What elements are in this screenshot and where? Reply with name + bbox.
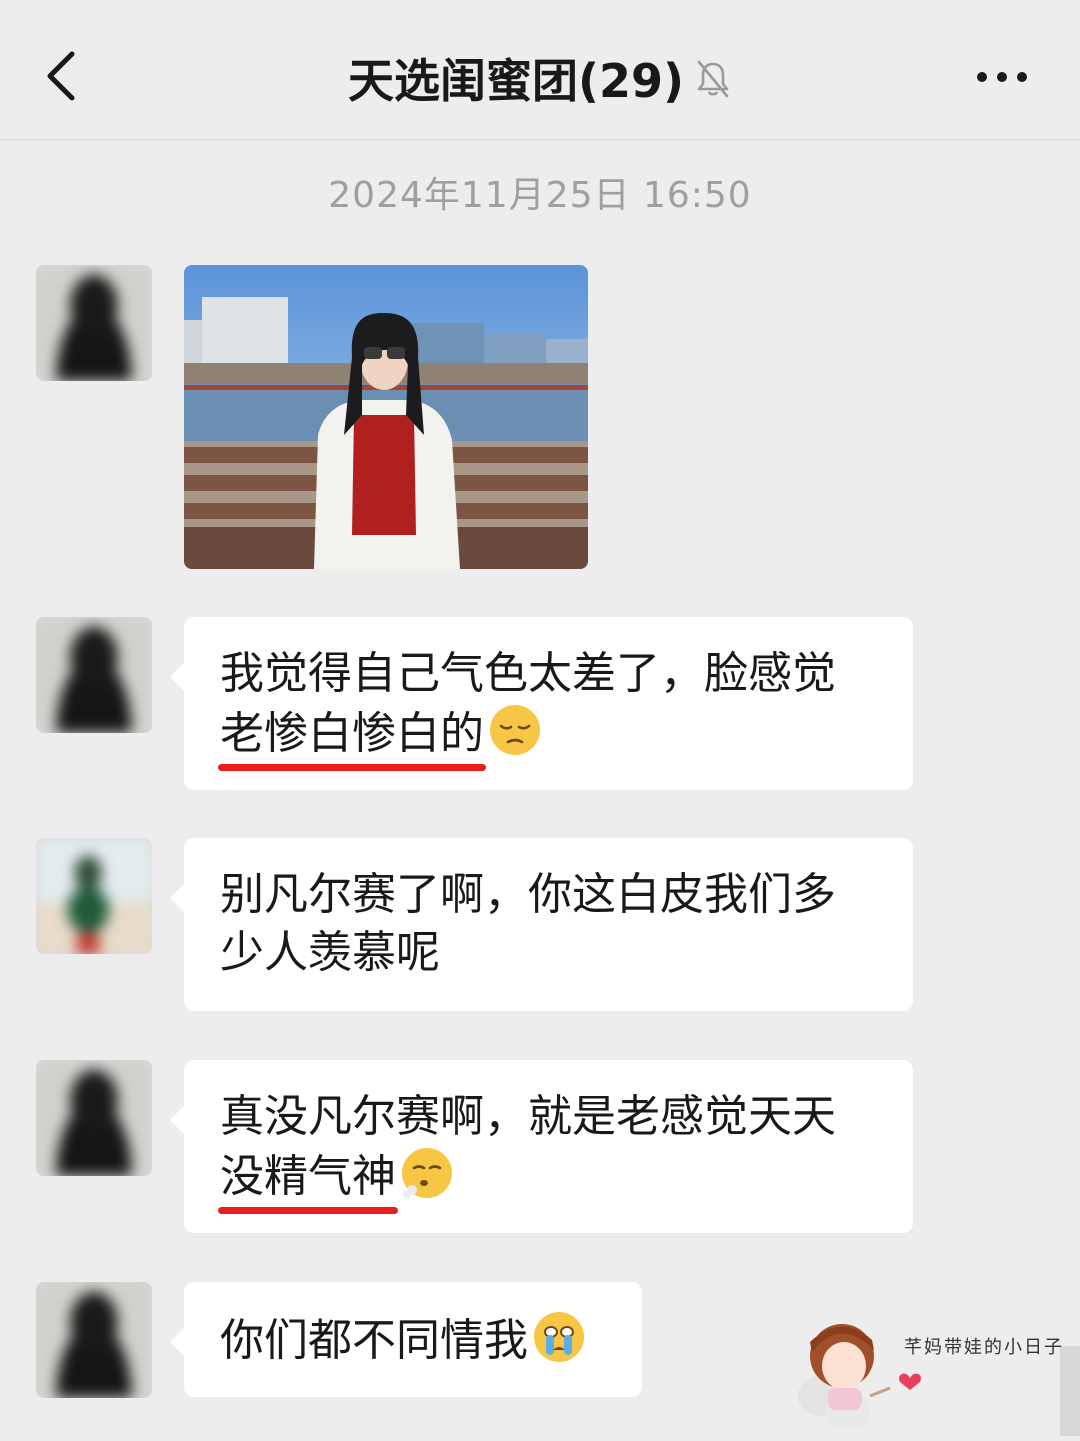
highlighted-text: 老惨白惨白的 (218, 705, 486, 771)
message-line: 别凡尔赛了啊，你这白皮我们多 (220, 869, 836, 920)
crying-face-emoji-icon (534, 1312, 584, 1362)
message-bubble[interactable]: 你们都不同情我 (170, 1282, 642, 1397)
message-line: 真没凡尔赛啊，就是老感觉天天 (220, 1091, 836, 1142)
avatar[interactable] (36, 838, 152, 954)
photo-message[interactable] (184, 265, 588, 569)
message-text: 你们都不同情我 (220, 1315, 528, 1366)
avatar[interactable] (36, 1060, 152, 1176)
photo-content (184, 265, 588, 569)
avatar[interactable] (36, 617, 152, 733)
title-wrap: 天选闺蜜团(29) (0, 46, 1080, 110)
pensive-face-emoji-icon (490, 705, 540, 755)
message-timestamp: 2024年11月25日 16:50 (328, 175, 752, 216)
watermark-text: 芊妈带娃的小日子 (904, 1337, 1064, 1358)
message-bubble[interactable]: 别凡尔赛了啊，你这白皮我们多 少人羡慕呢 (170, 838, 913, 1011)
avatar[interactable] (36, 265, 152, 381)
more-dots-icon[interactable] (972, 60, 1032, 94)
message-line: 你们都不同情我 (220, 1310, 606, 1370)
message-bubble[interactable]: 真没凡尔赛啊，就是老感觉天天 没精气神 (170, 1060, 913, 1233)
chat-header: 天选闺蜜团(29) (0, 0, 1080, 140)
message-line: 我觉得自己气色太差了，脸感觉 (220, 648, 836, 699)
message-line: 没精气神 (218, 1146, 877, 1214)
avatar[interactable] (36, 1282, 152, 1398)
exhale-face-emoji-icon (402, 1148, 452, 1198)
chat-title[interactable]: 天选闺蜜团(29) (348, 45, 684, 111)
message-line: 老惨白惨白的 (218, 703, 877, 771)
bell-off-icon (697, 60, 729, 98)
message-line: 少人羡慕呢 (220, 927, 440, 978)
message-bubble[interactable]: 我觉得自己气色太差了，脸感觉 老惨白惨白的 (170, 617, 913, 790)
highlighted-text: 没精气神 (218, 1148, 398, 1214)
